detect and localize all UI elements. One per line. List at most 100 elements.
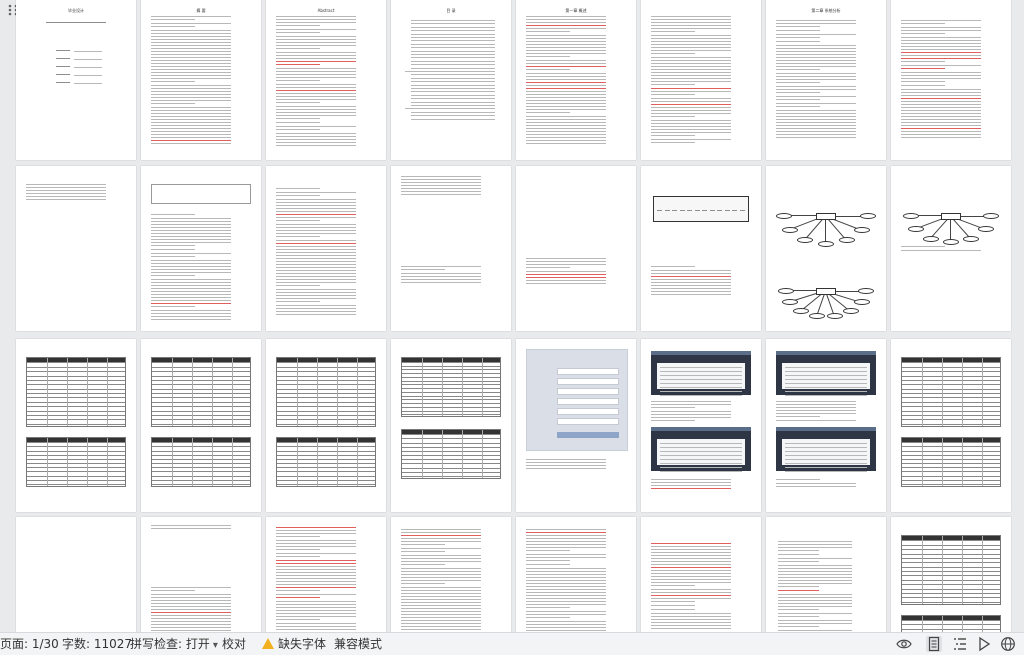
text-line [151, 300, 231, 301]
table-col-line [337, 438, 338, 486]
page-indicator[interactable]: 页面: 1/30 [0, 636, 59, 652]
table-row-line [902, 584, 1000, 586]
text-line [151, 627, 231, 628]
table-row-line [902, 562, 1000, 564]
toc-entry [411, 98, 495, 100]
page-thumbnail[interactable] [641, 517, 761, 632]
login-button [557, 432, 619, 438]
text-line [276, 36, 356, 37]
screenshot-row [785, 395, 867, 396]
text-line [651, 564, 731, 565]
text-line [651, 60, 731, 61]
text-line [401, 574, 481, 575]
diagram-attribute [908, 226, 925, 232]
text-line [276, 84, 356, 85]
table-row-line [902, 397, 1000, 399]
page-thumbnail[interactable] [141, 339, 261, 512]
page-title: 目 录 [446, 8, 456, 13]
text-line [776, 483, 856, 484]
text-line [276, 139, 356, 140]
missing-fonts-button[interactable]: 缺失字体 [262, 636, 326, 652]
text-line [526, 538, 606, 539]
page-thumbnail[interactable] [766, 166, 886, 331]
toc-entry [411, 115, 495, 117]
text-line [776, 486, 856, 487]
page-thumbnail[interactable] [16, 166, 136, 331]
text-line [276, 90, 356, 91]
text-line [526, 66, 606, 67]
text-line [276, 566, 356, 567]
page-thumbnail[interactable]: Abstract [266, 0, 386, 160]
proofread-button[interactable]: 校对 [222, 636, 246, 652]
text-line [276, 629, 356, 630]
page-thumbnail[interactable] [141, 517, 261, 632]
page-thumbnail[interactable] [16, 517, 136, 632]
page-thumbnail[interactable]: 摘 要 [141, 0, 261, 160]
page-thumbnail[interactable] [891, 517, 1011, 632]
data-table [401, 357, 501, 417]
toc-entry [411, 47, 495, 49]
text-line [651, 485, 731, 486]
outline-icon[interactable] [952, 636, 968, 652]
page-thumbnail[interactable] [641, 0, 761, 160]
word-count[interactable]: 字数: 11027 [62, 636, 132, 652]
screenshot-content [782, 363, 870, 396]
page-thumbnail[interactable] [766, 517, 886, 632]
page-thumbnail[interactable] [391, 339, 511, 512]
page-thumbnail[interactable] [391, 166, 511, 331]
page-thumbnail[interactable] [266, 517, 386, 632]
table-row-line [277, 406, 375, 408]
text-line [778, 630, 852, 631]
text-line [151, 288, 231, 289]
document-thumbnail-grid[interactable]: 毕业设计 摘 要 Abstract 目 录 第一章 概述 第二章 系统分析 [0, 0, 1024, 632]
text-line [151, 310, 231, 311]
text-line [276, 267, 356, 268]
text-line [276, 202, 356, 203]
structure-node [664, 210, 670, 211]
text-line [651, 601, 695, 602]
table-row-line [902, 388, 1000, 390]
text-line [776, 57, 856, 58]
globe-icon[interactable] [1000, 636, 1016, 652]
page-thumbnail[interactable] [891, 339, 1011, 512]
text-line [651, 75, 731, 76]
page-thumbnail[interactable]: 毕业设计 [16, 0, 136, 160]
toc-entry [411, 26, 495, 28]
page-view-icon[interactable] [926, 636, 942, 652]
text-line [526, 63, 606, 64]
spell-check-toggle[interactable]: 拼写检查: 打开 ▾ [130, 636, 218, 652]
text-line [151, 85, 231, 86]
page-thumbnail[interactable] [891, 166, 1011, 331]
page-thumbnail[interactable] [641, 339, 761, 512]
page-thumbnail[interactable]: 第一章 概述 [516, 0, 636, 160]
eye-icon[interactable] [896, 636, 912, 652]
screenshot-row [785, 443, 867, 444]
text-line [776, 26, 820, 27]
page-thumbnail[interactable] [766, 339, 886, 512]
page-thumbnail[interactable]: 目 录 [391, 0, 511, 160]
page-thumbnail[interactable] [391, 517, 511, 632]
table-col-line [337, 358, 338, 426]
page-thumbnail[interactable] [266, 339, 386, 512]
table-row-line [902, 592, 1000, 594]
table-row-line [27, 393, 125, 394]
page-thumbnail[interactable] [516, 166, 636, 331]
text-line [651, 35, 731, 36]
play-icon[interactable] [976, 636, 992, 652]
table-row-line [277, 379, 375, 381]
table-col-line [422, 358, 423, 416]
text-line [778, 583, 852, 584]
text-line [651, 110, 731, 111]
page-thumbnail[interactable] [16, 339, 136, 512]
page-thumbnail[interactable] [516, 339, 636, 512]
page-thumbnail[interactable] [891, 0, 1011, 160]
text-line [778, 609, 819, 610]
table-row-line [152, 375, 250, 377]
page-thumbnail[interactable]: 第二章 系统分析 [766, 0, 886, 160]
text-line [276, 311, 356, 312]
page-thumbnail[interactable] [266, 166, 386, 331]
page-thumbnail[interactable] [641, 166, 761, 331]
page-thumbnail[interactable] [141, 166, 261, 331]
text-line [276, 122, 320, 123]
page-thumbnail[interactable] [516, 517, 636, 632]
